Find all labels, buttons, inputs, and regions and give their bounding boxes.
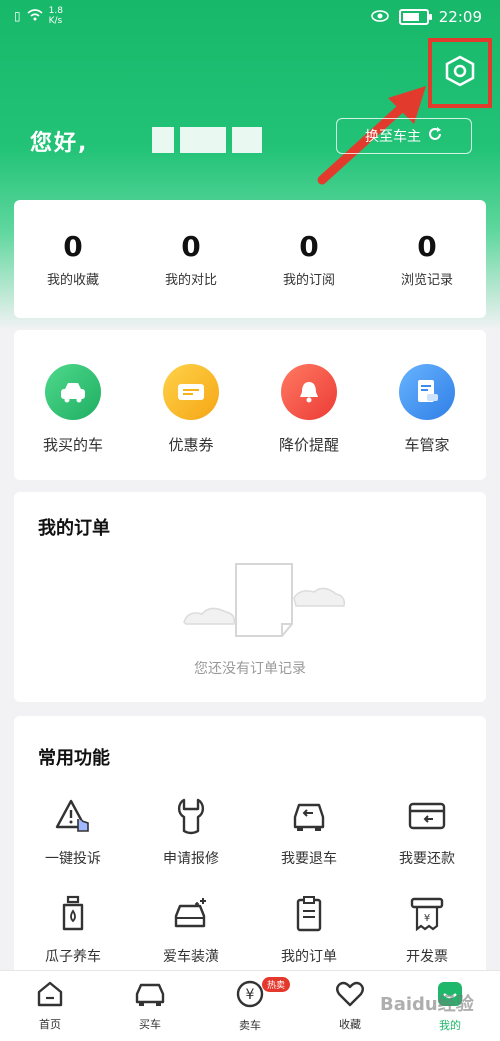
document-car-icon — [399, 364, 455, 420]
car-outline-icon — [133, 980, 167, 1012]
service-label: 我买的车 — [42, 436, 103, 454]
stat-history[interactable]: 0 浏览记录 — [368, 200, 486, 318]
greeting-text: 您好, — [30, 131, 89, 156]
stat-subscriptions[interactable]: 0 我的订阅 — [250, 200, 368, 318]
svg-text:¥: ¥ — [424, 913, 430, 924]
stats-card: 0 我的收藏 0 我的对比 0 我的订阅 0 浏览记录 — [14, 200, 486, 318]
service-coupons[interactable]: 优惠券 — [132, 330, 250, 480]
yuan-icon: ¥ — [235, 979, 265, 1013]
coupon-icon — [163, 364, 219, 420]
stat-label: 我的对比 — [164, 273, 217, 288]
tab-label: 首页 — [39, 1018, 61, 1031]
oil-bottle-icon — [51, 892, 95, 936]
stat-value: 0 — [299, 230, 319, 263]
services-card: 我买的车 优惠券 降价提醒 车管家 — [14, 330, 486, 480]
warning-hand-icon — [51, 794, 95, 838]
orders-card: 我的订单 您还没有订单记录 — [14, 492, 486, 702]
status-bar: ▯ 1.8 K/s 22:09 — [0, 0, 500, 38]
stat-label: 浏览记录 — [400, 273, 453, 288]
stat-compare[interactable]: 0 我的对比 — [132, 200, 250, 318]
function-repair[interactable]: 申请报修 — [132, 794, 250, 868]
wifi-icon — [27, 8, 43, 24]
function-label: 我的订单 — [281, 949, 337, 965]
stat-favorites[interactable]: 0 我的收藏 — [14, 200, 132, 318]
function-label: 爱车装潢 — [163, 949, 219, 965]
service-price-alert[interactable]: 降价提醒 — [250, 330, 368, 480]
function-label: 一键投诉 — [45, 851, 101, 867]
svg-text:¥: ¥ — [246, 987, 255, 1003]
service-my-cars[interactable]: 我买的车 — [14, 330, 132, 480]
clock: 22:09 — [438, 8, 482, 26]
function-label: 申请报修 — [163, 851, 219, 867]
function-my-orders[interactable]: 我的订单 — [250, 892, 368, 966]
stat-value: 0 — [417, 230, 437, 263]
eye-icon — [370, 8, 389, 26]
function-repayment[interactable]: 我要还款 — [368, 794, 486, 868]
service-label: 优惠券 — [168, 436, 214, 454]
settings-button[interactable] — [428, 38, 492, 108]
car-icon — [45, 364, 101, 420]
card-icon — [405, 794, 449, 838]
tab-label: 收藏 — [339, 1018, 361, 1031]
service-label: 降价提醒 — [278, 436, 339, 454]
clipboard-icon — [287, 892, 331, 936]
orders-title: 我的订单 — [38, 518, 110, 539]
function-label: 瓜子养车 — [45, 949, 101, 965]
function-label: 开发票 — [406, 949, 448, 965]
tab-label: 买车 — [139, 1018, 161, 1031]
settings-icon — [445, 55, 475, 91]
function-car-decoration[interactable]: 爱车装潢 — [132, 892, 250, 966]
watermark: Baidu经验 — [380, 994, 474, 1015]
tab-home[interactable]: 首页 — [0, 971, 100, 1041]
stat-value: 0 — [181, 230, 201, 263]
function-invoice[interactable]: ¥ 开发票 — [368, 892, 486, 966]
refresh-icon — [427, 126, 443, 146]
stat-value: 0 — [63, 230, 83, 263]
masked-username — [152, 127, 270, 153]
empty-orders-illustration — [183, 563, 346, 637]
network-speed: 1.8 K/s — [48, 6, 63, 26]
service-car-butler[interactable]: 车管家 — [368, 330, 486, 480]
home-icon — [35, 980, 65, 1012]
function-return-car[interactable]: 我要退车 — [250, 794, 368, 868]
switch-role-button[interactable]: 换至车主 — [336, 118, 472, 154]
car-sparkle-icon — [169, 892, 213, 936]
function-label: 我要退车 — [281, 851, 337, 867]
tab-sell-car[interactable]: ¥ 热卖 卖车 — [200, 971, 300, 1041]
tab-label: 卖车 — [239, 1019, 261, 1032]
heart-icon — [335, 980, 365, 1012]
function-car-maintenance[interactable]: 瓜子养车 — [14, 892, 132, 966]
stat-label: 我的收藏 — [46, 273, 99, 288]
sim-icon: ▯ — [14, 9, 21, 23]
bell-icon — [281, 364, 337, 420]
function-complaint[interactable]: 一键投诉 — [14, 794, 132, 868]
service-label: 车管家 — [404, 436, 450, 454]
function-label: 我要还款 — [399, 851, 455, 867]
battery-icon — [398, 9, 432, 25]
stat-label: 我的订阅 — [282, 273, 335, 288]
car-return-icon — [287, 794, 331, 838]
tab-label: 我的 — [439, 1019, 461, 1032]
wrench-icon — [169, 794, 213, 838]
tab-buy-car[interactable]: 买车 — [100, 971, 200, 1041]
empty-orders-text: 您还没有订单记录 — [194, 661, 306, 677]
switch-role-label: 换至车主 — [365, 129, 421, 145]
invoice-icon: ¥ — [405, 892, 449, 936]
hot-badge: 热卖 — [262, 977, 291, 992]
common-functions-title: 常用功能 — [38, 748, 110, 769]
